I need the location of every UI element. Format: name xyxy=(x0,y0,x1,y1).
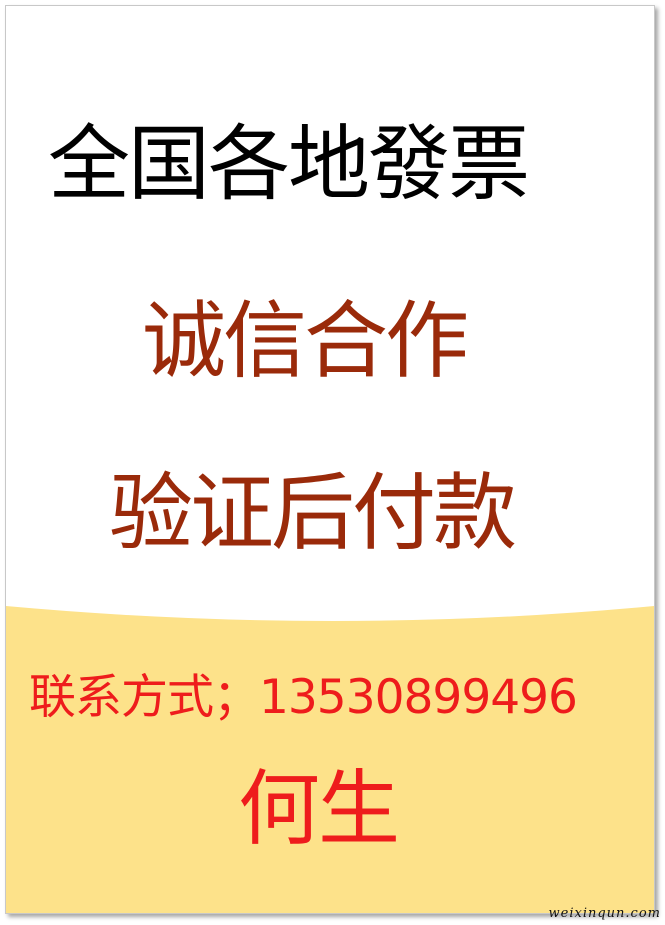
contact-name: 何生 xyxy=(238,762,400,857)
poster-page: 全国各地發票 诚信合作 验证后付款 联系方式；13530899496 何生 we… xyxy=(0,0,665,925)
slogan-line-2: 验证后付款 xyxy=(109,464,517,562)
watermark: weixinqun.com xyxy=(548,906,661,921)
slogan-line-1: 诚信合作 xyxy=(142,292,469,390)
headline: 全国各地發票 xyxy=(48,117,530,212)
poster-card: 全国各地發票 诚信合作 验证后付款 联系方式；13530899496 何生 xyxy=(5,5,655,914)
contact-info: 联系方式；13530899496 xyxy=(29,670,578,725)
